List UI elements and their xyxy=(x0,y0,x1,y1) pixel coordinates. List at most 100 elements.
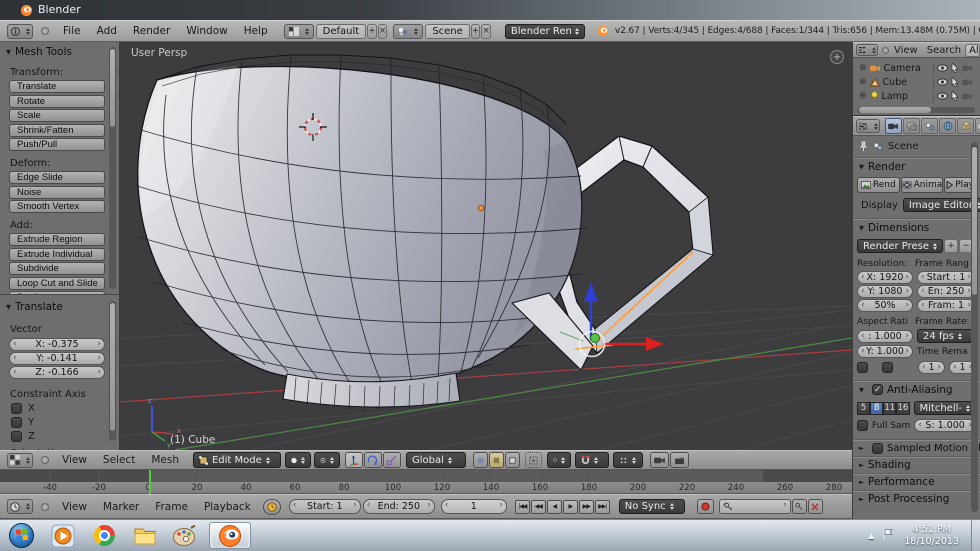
current-frame-marker[interactable] xyxy=(149,470,151,494)
display-dropdown[interactable]: Image Editor xyxy=(902,198,980,212)
viewport-shading-dropdown[interactable] xyxy=(284,452,311,468)
outliner-collapse-toggle[interactable] xyxy=(882,46,889,54)
breadcrumb-context[interactable]: Scene xyxy=(888,141,919,152)
tab-render-layers[interactable] xyxy=(903,118,920,134)
preview-range-toggle[interactable] xyxy=(262,498,281,515)
keying-set-field[interactable] xyxy=(718,499,791,514)
aa-samples-5[interactable]: 5 xyxy=(857,401,871,415)
aspect-x-field[interactable]: : 1.000 xyxy=(857,329,913,343)
resolution-x-field[interactable]: X: 1920 xyxy=(857,271,913,284)
transform-orientation-dropdown[interactable]: Global xyxy=(405,452,466,468)
properties-scrollbar[interactable] xyxy=(971,142,978,512)
menu-render[interactable]: Render xyxy=(125,25,178,37)
opengl-render-anim-button[interactable] xyxy=(669,452,689,468)
manipulator-translate-toggle[interactable] xyxy=(344,452,363,468)
frame-step-field[interactable]: Fram: 1 xyxy=(917,299,975,312)
smooth-vertex-button[interactable]: Smooth Vertex xyxy=(9,200,105,213)
scene-name-field[interactable]: Scene xyxy=(425,23,470,39)
header-collapse-toggle[interactable] xyxy=(41,456,49,464)
timeline-menu-frame[interactable]: Frame xyxy=(147,501,196,513)
tray-expand-icon[interactable]: ▲ xyxy=(868,531,874,540)
selectable-cursor-icon[interactable] xyxy=(951,63,959,73)
scene-delete-button[interactable]: × xyxy=(481,23,491,39)
expand-icon[interactable]: ⊕ xyxy=(859,91,867,101)
layer-toggle-1[interactable] xyxy=(472,452,488,468)
timeline-menu-marker[interactable]: Marker xyxy=(95,501,147,513)
opengl-render-button[interactable] xyxy=(649,452,669,468)
outliner-item-name[interactable]: Camera xyxy=(884,63,921,74)
duplicate-button[interactable]: Duplicate xyxy=(9,291,105,294)
resolution-percentage-field[interactable]: 50% xyxy=(857,299,913,312)
preset-add-button[interactable]: + xyxy=(944,239,958,253)
timeline-ruler[interactable]: -40 -20 0 20 40 60 80 100 120 140 160 18… xyxy=(0,482,852,494)
aa-samples-16[interactable]: 16 xyxy=(896,401,910,415)
outliner-item-name[interactable]: Cube xyxy=(883,77,908,88)
jump-to-start-button[interactable]: |◀◀ xyxy=(514,499,530,514)
antialiasing-checkbox[interactable] xyxy=(872,384,883,395)
rotate-button[interactable]: Rotate xyxy=(9,94,105,108)
noise-button[interactable]: Noise xyxy=(9,185,105,199)
frame-start-prop-field[interactable]: Start : 1 xyxy=(917,271,975,284)
scale-button[interactable]: Scale xyxy=(9,109,105,122)
play-button[interactable]: ▶ xyxy=(562,499,578,514)
expand-icon[interactable]: ⊕ xyxy=(859,77,867,87)
tab-render[interactable] xyxy=(885,118,902,134)
start-button[interactable] xyxy=(5,522,37,549)
renderable-camera-icon[interactable] xyxy=(962,64,973,72)
play-reverse-button[interactable]: ◀ xyxy=(546,499,562,514)
constraint-z-checkbox[interactable] xyxy=(11,431,22,442)
operator-scrollbar[interactable] xyxy=(109,301,116,441)
push-pull-button[interactable]: Push/Pull xyxy=(9,138,105,151)
mesh-tools-panel-header[interactable]: Mesh Tools xyxy=(6,46,119,58)
pivot-point-dropdown[interactable] xyxy=(313,452,340,468)
chrome-taskbar-icon[interactable] xyxy=(88,522,120,549)
aa-filter-dropdown[interactable]: Mitchell- xyxy=(913,401,976,415)
operator-panel-header[interactable]: Translate xyxy=(6,301,119,313)
vector-y-field[interactable]: Y: -0.141 xyxy=(9,352,105,365)
jump-to-end-button[interactable]: ▶▶| xyxy=(594,499,610,514)
menu-window[interactable]: Window xyxy=(178,25,235,37)
snap-dropdown[interactable] xyxy=(574,452,609,468)
aa-samples-8[interactable]: 8 xyxy=(870,401,884,415)
layer-toggle-2[interactable] xyxy=(488,452,504,468)
editor-type-outliner-button[interactable] xyxy=(856,44,878,56)
menu-help[interactable]: Help xyxy=(236,25,276,37)
layout-name-field[interactable]: Default xyxy=(315,23,367,39)
selectable-cursor-icon[interactable] xyxy=(951,91,959,101)
tab-constraints[interactable] xyxy=(975,118,980,134)
record-button[interactable] xyxy=(696,499,714,514)
timeline-canvas[interactable] xyxy=(0,470,852,482)
crop-checkbox[interactable] xyxy=(882,362,893,373)
vector-z-field[interactable]: Z: -0.166 xyxy=(9,366,105,379)
frame-start-field[interactable]: Start: 1 xyxy=(288,499,361,514)
snap-element-dropdown[interactable] xyxy=(612,452,643,468)
translate-button[interactable]: Translate xyxy=(9,80,105,93)
paint-taskbar-icon[interactable] xyxy=(168,522,200,549)
subdivide-button[interactable]: Subdivide xyxy=(9,262,105,275)
render-section-header[interactable]: Render xyxy=(853,157,980,175)
aa-samples-11[interactable]: 11 xyxy=(883,401,897,415)
scene-selector-button[interactable] xyxy=(393,23,424,39)
extrude-region-button[interactable]: Extrude Region xyxy=(9,233,105,246)
motion-blur-section-header[interactable]: Sampled Motion Blur xyxy=(853,439,980,456)
sync-dropdown[interactable]: No Sync xyxy=(618,499,685,514)
editor-type-3d-button[interactable] xyxy=(7,452,33,468)
frame-end-prop-field[interactable]: En: 250 xyxy=(917,285,975,298)
action-center-flag-icon[interactable] xyxy=(882,526,894,545)
remap-old-field[interactable]: 1 xyxy=(918,361,945,374)
render-presets-dropdown[interactable]: Render Presets xyxy=(857,239,943,253)
edge-slide-button[interactable]: Edge Slide xyxy=(9,171,105,184)
screen-layout-button[interactable] xyxy=(283,23,314,39)
border-checkbox[interactable] xyxy=(857,362,868,373)
remove-keyingset-button[interactable] xyxy=(807,499,823,514)
timeline-menu-playback[interactable]: Playback xyxy=(196,501,259,513)
window-titlebar[interactable]: Blender xyxy=(0,0,980,20)
tab-world[interactable] xyxy=(939,118,956,134)
jump-prev-keyframe-button[interactable]: ◀◀ xyxy=(530,499,546,514)
menu-file[interactable]: File xyxy=(55,25,89,37)
explorer-taskbar-icon[interactable] xyxy=(129,522,161,549)
resolution-y-field[interactable]: Y: 1080 xyxy=(857,285,913,298)
media-player-taskbar-icon[interactable] xyxy=(47,522,79,549)
manipulator-scale-toggle[interactable] xyxy=(382,452,401,468)
renderable-camera-icon[interactable] xyxy=(962,78,973,86)
